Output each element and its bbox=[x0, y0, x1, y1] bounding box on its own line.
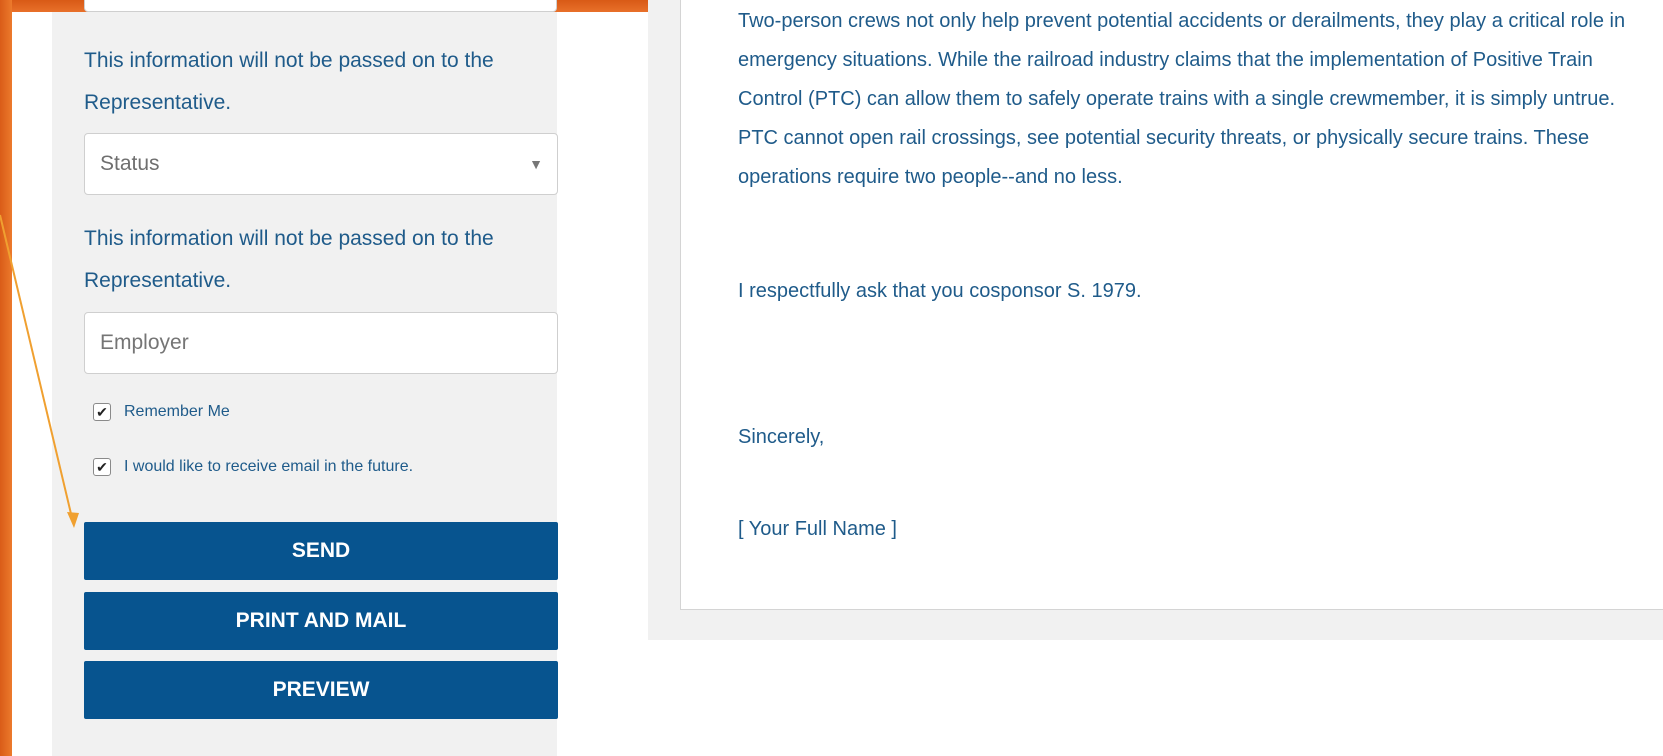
annotation-arrow-icon bbox=[0, 214, 79, 528]
